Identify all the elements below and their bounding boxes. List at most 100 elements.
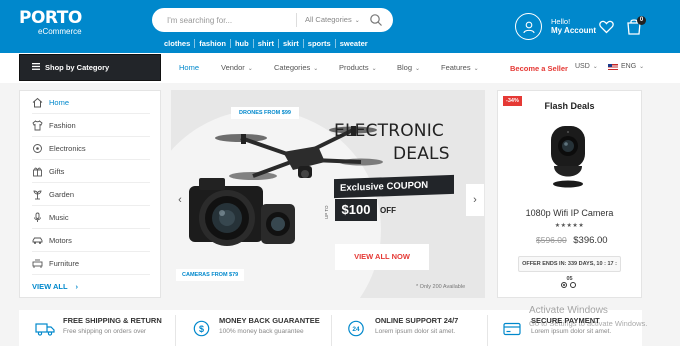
sidebar-item-motors[interactable]: Motors <box>32 230 150 252</box>
feature-subtitle: 100% money back guarantee <box>219 328 304 335</box>
chevron-right-icon: › <box>473 194 477 206</box>
gift-icon <box>32 166 43 177</box>
view-all-now-button[interactable]: VIEW ALL NOW <box>335 244 429 270</box>
logo-text: PORTO <box>19 8 82 28</box>
nav-label: Home <box>179 63 200 72</box>
svg-text:24: 24 <box>352 326 360 333</box>
new-price: $396.00 <box>573 235 608 246</box>
sidebar-item-label: Home <box>49 98 70 107</box>
sidebar-item-electronics[interactable]: Electronics <box>32 138 150 160</box>
carousel-dots <box>561 282 576 288</box>
nav-item-categories[interactable]: Categories ⌄ <box>274 63 318 74</box>
banner-next-button[interactable]: › <box>466 184 484 216</box>
chevron-left-icon: ‹ <box>178 194 182 206</box>
old-price: $596.00 <box>536 235 567 245</box>
chevron-right-icon: › <box>75 282 79 291</box>
sidebar-item-label: Garden <box>49 190 75 199</box>
sidebar-item-gifts[interactable]: Gifts <box>32 161 150 183</box>
tag-link[interactable]: hub <box>229 39 253 48</box>
sidebar-item-fashion[interactable]: Fashion <box>32 115 150 137</box>
up-to-label: UP TO <box>324 205 329 219</box>
search-input[interactable] <box>167 8 292 32</box>
logo[interactable]: PORTO <box>19 9 82 27</box>
nav-item-home[interactable]: Home <box>179 63 199 72</box>
rating-stars: ★★★★★ <box>554 223 585 229</box>
banner-title-line2: DEALS <box>393 144 450 164</box>
shop-by-category-button[interactable]: Shop by Category <box>19 54 161 81</box>
nav-label: Vendor <box>221 63 245 72</box>
chevron-down-icon: ⌄ <box>592 64 598 70</box>
search-bar: All Categories⌄ <box>152 8 393 32</box>
category-sidebar: Home Fashion Electronics Gifts Garden Mu… <box>19 90 161 298</box>
sidebar-item-music[interactable]: Music <box>32 207 150 229</box>
activate-windows-watermark: Activate Windows <box>529 305 608 316</box>
sidebar-item-home[interactable]: Home <box>32 92 150 114</box>
nav-item-features[interactable]: Features ⌄ <box>441 63 479 74</box>
tag-link[interactable]: fashion <box>194 39 230 48</box>
home-icon <box>32 97 43 108</box>
nav-item-vendor[interactable]: Vendor ⌄ <box>221 63 253 74</box>
currency-select[interactable]: USD ⌄ <box>575 63 598 70</box>
become-seller-link[interactable]: Become a Seller <box>510 64 568 73</box>
nav-item-blog[interactable]: Blog ⌄ <box>397 63 420 74</box>
search-category-select[interactable]: All Categories ⌄ <box>296 13 360 27</box>
nav-label: Products <box>339 63 369 72</box>
menu-icon <box>32 63 40 72</box>
sidebar-item-label: Fashion <box>49 121 76 130</box>
flash-product-name[interactable]: 1080p Wifi IP Camera <box>497 208 642 218</box>
divider <box>175 315 176 346</box>
feature-title: FREE SHIPPING & RETURN <box>63 316 162 325</box>
sidebar-item-furniture[interactable]: Furniture <box>32 253 150 275</box>
shirt-icon <box>32 120 43 131</box>
off-label: OFF <box>380 206 396 215</box>
carousel-dot[interactable] <box>561 282 567 288</box>
camera-image <box>189 178 295 246</box>
chevron-down-icon: ⌄ <box>639 64 645 70</box>
divider <box>331 315 332 346</box>
nav-item-products[interactable]: Products ⌄ <box>339 63 377 74</box>
chevron-down-icon: ⌄ <box>371 66 377 72</box>
plant-icon <box>32 189 43 200</box>
language-select[interactable]: ENG ⌄ <box>608 63 644 70</box>
furniture-icon <box>32 258 43 269</box>
heart-icon[interactable] <box>599 20 614 39</box>
sidebar-item-label: Furniture <box>49 259 80 268</box>
tag-link[interactable]: shirt <box>252 39 278 48</box>
sidebar-item-garden[interactable]: Garden <box>32 184 150 206</box>
chevron-down-icon: ⌄ <box>313 66 319 72</box>
view-all-label: VIEW ALL <box>32 282 68 291</box>
electronics-icon <box>32 143 43 154</box>
truck-icon <box>35 322 55 341</box>
feature-title: ONLINE SUPPORT 24/7 <box>375 316 459 325</box>
price-group: $596.00 $396.00 <box>536 235 608 246</box>
activate-windows-subtext: Go to Settings to activate Windows. <box>529 319 648 328</box>
sidebar-item-label: Gifts <box>49 167 65 176</box>
carousel-dot[interactable] <box>570 282 576 288</box>
banner-title-line1: ELECTRONIC <box>334 121 445 141</box>
credit-card-icon <box>503 322 521 341</box>
divider <box>487 315 488 346</box>
support-24-icon: 24 <box>347 320 365 342</box>
drones-price-tag[interactable]: DRONES FROM $99 <box>231 107 299 119</box>
search-icon[interactable] <box>369 13 383 27</box>
tag-link[interactable]: clothes <box>164 39 194 48</box>
cart-count-badge: 0 <box>637 16 646 25</box>
tag-link[interactable]: skirt <box>277 39 303 48</box>
shop-by-category-label: Shop by Category <box>45 63 110 72</box>
tag-link[interactable]: sweater <box>334 39 372 48</box>
nav-label: Features <box>441 63 471 72</box>
search-category-label: All Categories <box>305 15 352 24</box>
account-label: My Account <box>551 26 597 35</box>
cameras-price-tag[interactable]: CAMERAS FROM $79 <box>176 269 245 281</box>
chevron-down-icon: ⌄ <box>473 66 479 72</box>
ip-camera-image[interactable] <box>548 124 588 188</box>
feature-subtitle: Free shipping on orders over <box>63 328 147 335</box>
money-icon: $ <box>193 320 210 342</box>
banner-prev-button[interactable]: ‹ <box>171 184 189 216</box>
nav-label: Blog <box>397 63 413 72</box>
tag-link[interactable]: sports <box>302 39 335 48</box>
offer-timer: OFFER ENDS IN: 339 DAYS, 10 : 17 : 05 <box>518 256 621 282</box>
account-link[interactable]: Hello! My Account <box>515 13 596 40</box>
view-all-categories-link[interactable]: VIEW ALL › <box>32 282 78 291</box>
feature-money-back: MONEY BACK GUARANTEE 100% money back gua… <box>219 316 320 335</box>
